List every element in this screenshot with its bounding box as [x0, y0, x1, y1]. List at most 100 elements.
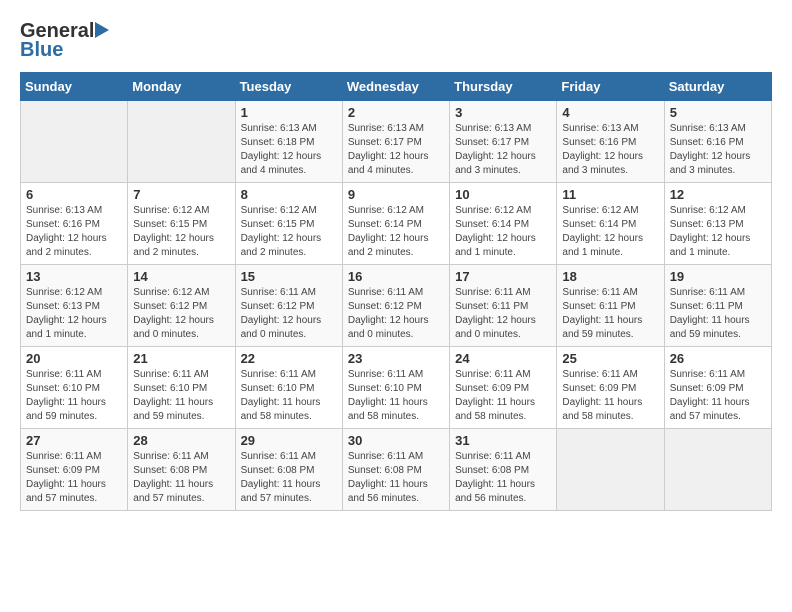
day-cell: 19 Sunrise: 6:11 AMSunset: 6:11 PMDayligh…	[664, 265, 771, 347]
day-info: Sunrise: 6:11 AMSunset: 6:12 PMDaylight:…	[348, 286, 444, 342]
day-info: Sunrise: 6:11 AMSunset: 6:09 PMDaylight:…	[26, 450, 122, 506]
day-number: 10	[455, 187, 551, 202]
day-number: 2	[348, 105, 444, 120]
day-cell: 2Sunrise: 6:13 AMSunset: 6:17 PMDaylight…	[342, 101, 449, 183]
day-cell	[21, 101, 128, 183]
day-number: 6	[26, 187, 122, 202]
day-info: Sunrise: 6:11 AMSunset: 6:10 PMDaylight:…	[26, 368, 122, 424]
day-number: 24	[455, 351, 551, 366]
weekday-header-saturday: Saturday	[664, 73, 771, 101]
weekday-header-monday: Monday	[128, 73, 235, 101]
day-info: Sunrise: 6:12 AMSunset: 6:14 PMDaylight:…	[348, 204, 444, 260]
day-cell: 31Sunrise: 6:11 AMSunset: 6:08 PMDayligh…	[450, 429, 557, 511]
day-cell: 17 Sunrise: 6:11 AMSunset: 6:11 PMDayligh…	[450, 265, 557, 347]
day-number: 19	[670, 269, 766, 284]
day-info: Sunrise: 6:13 AMSunset: 6:17 PMDaylight:…	[455, 122, 551, 178]
day-info: Sunrise: 6:12 AMSunset: 6:13 PMDaylight:…	[26, 286, 122, 342]
day-cell	[557, 429, 664, 511]
day-info: Sunrise: 6:11 AMSunset: 6:08 PMDaylight:…	[455, 450, 551, 506]
day-cell: 20 Sunrise: 6:11 AMSunset: 6:10 PMDayligh…	[21, 347, 128, 429]
day-number: 13	[26, 269, 122, 284]
day-cell: 10 Sunrise: 6:12 AMSunset: 6:14 PMDayligh…	[450, 183, 557, 265]
day-info: Sunrise: 6:11 AMSunset: 6:10 PMDaylight:…	[241, 368, 337, 424]
day-cell: 13 Sunrise: 6:12 AMSunset: 6:13 PMDayligh…	[21, 265, 128, 347]
day-number: 29	[241, 433, 337, 448]
day-cell: 30 Sunrise: 6:11 AMSunset: 6:08 PMDayligh…	[342, 429, 449, 511]
day-number: 30	[348, 433, 444, 448]
day-number: 3	[455, 105, 551, 120]
day-info: Sunrise: 6:12 AMSunset: 6:15 PMDaylight:…	[241, 204, 337, 260]
week-row-1: 1 Sunrise: 6:13 AMSunset: 6:18 PMDaylight…	[21, 101, 772, 183]
day-cell: 28 Sunrise: 6:11 AMSunset: 6:08 PMDayligh…	[128, 429, 235, 511]
day-number: 9	[348, 187, 444, 202]
day-cell: 21Sunrise: 6:11 AMSunset: 6:10 PMDayligh…	[128, 347, 235, 429]
day-info: Sunrise: 6:12 AMSunset: 6:13 PMDaylight:…	[670, 204, 766, 260]
day-info: Sunrise: 6:11 AMSunset: 6:09 PMDaylight:…	[670, 368, 766, 424]
day-number: 4	[562, 105, 658, 120]
day-number: 28	[133, 433, 229, 448]
day-number: 26	[670, 351, 766, 366]
logo-arrow-icon	[95, 20, 115, 40]
day-cell: 8 Sunrise: 6:12 AMSunset: 6:15 PMDaylight…	[235, 183, 342, 265]
day-info: Sunrise: 6:11 AMSunset: 6:08 PMDaylight:…	[133, 450, 229, 506]
day-info: Sunrise: 6:13 AMSunset: 6:16 PMDaylight:…	[670, 122, 766, 178]
day-number: 8	[241, 187, 337, 202]
weekday-header-tuesday: Tuesday	[235, 73, 342, 101]
weekday-header-thursday: Thursday	[450, 73, 557, 101]
day-cell: 5 Sunrise: 6:13 AMSunset: 6:16 PMDaylight…	[664, 101, 771, 183]
day-info: Sunrise: 6:12 AMSunset: 6:14 PMDaylight:…	[562, 204, 658, 260]
day-info: Sunrise: 6:11 AMSunset: 6:10 PMDaylight:…	[348, 368, 444, 424]
day-info: Sunrise: 6:11 AMSunset: 6:08 PMDaylight:…	[348, 450, 444, 506]
calendar-table: SundayMondayTuesdayWednesdayThursdayFrid…	[20, 72, 772, 511]
day-cell: 7 Sunrise: 6:12 AMSunset: 6:15 PMDaylight…	[128, 183, 235, 265]
day-info: Sunrise: 6:13 AMSunset: 6:16 PMDaylight:…	[26, 204, 122, 260]
week-row-3: 13 Sunrise: 6:12 AMSunset: 6:13 PMDayligh…	[21, 265, 772, 347]
day-cell: 16 Sunrise: 6:11 AMSunset: 6:12 PMDayligh…	[342, 265, 449, 347]
day-info: Sunrise: 6:11 AMSunset: 6:09 PMDaylight:…	[562, 368, 658, 424]
day-info: Sunrise: 6:12 AMSunset: 6:15 PMDaylight:…	[133, 204, 229, 260]
day-cell: 22 Sunrise: 6:11 AMSunset: 6:10 PMDayligh…	[235, 347, 342, 429]
day-cell: 1 Sunrise: 6:13 AMSunset: 6:18 PMDaylight…	[235, 101, 342, 183]
day-cell: 12 Sunrise: 6:12 AMSunset: 6:13 PMDayligh…	[664, 183, 771, 265]
day-cell	[664, 429, 771, 511]
logo-blue: Blue	[20, 39, 63, 62]
day-cell: 4Sunrise: 6:13 AMSunset: 6:16 PMDaylight…	[557, 101, 664, 183]
day-cell: 11 Sunrise: 6:12 AMSunset: 6:14 PMDayligh…	[557, 183, 664, 265]
day-number: 22	[241, 351, 337, 366]
week-row-5: 27 Sunrise: 6:11 AMSunset: 6:09 PMDayligh…	[21, 429, 772, 511]
day-number: 11	[562, 187, 658, 202]
day-number: 23	[348, 351, 444, 366]
weekday-header-wednesday: Wednesday	[342, 73, 449, 101]
day-cell: 9 Sunrise: 6:12 AMSunset: 6:14 PMDaylight…	[342, 183, 449, 265]
day-cell: 23 Sunrise: 6:11 AMSunset: 6:10 PMDayligh…	[342, 347, 449, 429]
day-cell: 26 Sunrise: 6:11 AMSunset: 6:09 PMDayligh…	[664, 347, 771, 429]
day-cell: 15 Sunrise: 6:11 AMSunset: 6:12 PMDayligh…	[235, 265, 342, 347]
day-info: Sunrise: 6:12 AMSunset: 6:14 PMDaylight:…	[455, 204, 551, 260]
day-info: Sunrise: 6:11 AMSunset: 6:11 PMDaylight:…	[455, 286, 551, 342]
header: General Blue	[20, 20, 772, 62]
week-row-4: 20 Sunrise: 6:11 AMSunset: 6:10 PMDayligh…	[21, 347, 772, 429]
day-number: 16	[348, 269, 444, 284]
day-info: Sunrise: 6:11 AMSunset: 6:12 PMDaylight:…	[241, 286, 337, 342]
day-number: 1	[241, 105, 337, 120]
day-cell: 6 Sunrise: 6:13 AMSunset: 6:16 PMDaylight…	[21, 183, 128, 265]
day-number: 5	[670, 105, 766, 120]
day-cell: 3 Sunrise: 6:13 AMSunset: 6:17 PMDaylight…	[450, 101, 557, 183]
day-number: 25	[562, 351, 658, 366]
day-info: Sunrise: 6:13 AMSunset: 6:18 PMDaylight:…	[241, 122, 337, 178]
day-number: 18	[562, 269, 658, 284]
day-cell: 29Sunrise: 6:11 AMSunset: 6:08 PMDayligh…	[235, 429, 342, 511]
day-number: 12	[670, 187, 766, 202]
day-number: 17	[455, 269, 551, 284]
day-number: 27	[26, 433, 122, 448]
day-number: 20	[26, 351, 122, 366]
day-number: 7	[133, 187, 229, 202]
day-cell: 27 Sunrise: 6:11 AMSunset: 6:09 PMDayligh…	[21, 429, 128, 511]
day-cell: 25 Sunrise: 6:11 AMSunset: 6:09 PMDayligh…	[557, 347, 664, 429]
day-info: Sunrise: 6:11 AMSunset: 6:09 PMDaylight:…	[455, 368, 551, 424]
day-cell: 24 Sunrise: 6:11 AMSunset: 6:09 PMDayligh…	[450, 347, 557, 429]
day-info: Sunrise: 6:11 AMSunset: 6:10 PMDaylight:…	[133, 368, 229, 424]
day-number: 15	[241, 269, 337, 284]
week-row-2: 6 Sunrise: 6:13 AMSunset: 6:16 PMDaylight…	[21, 183, 772, 265]
day-info: Sunrise: 6:11 AMSunset: 6:11 PMDaylight:…	[670, 286, 766, 342]
